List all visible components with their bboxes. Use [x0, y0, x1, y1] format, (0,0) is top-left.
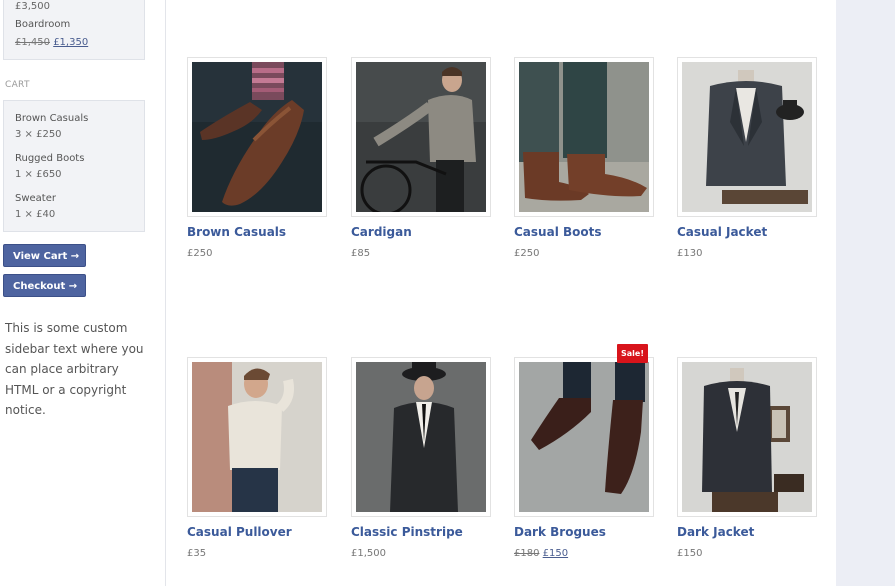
- brown-shoes-photo[interactable]: [187, 57, 327, 217]
- new-price: £150: [542, 548, 569, 559]
- brown-boots-photo[interactable]: [514, 57, 654, 217]
- man-in-suit-photo[interactable]: [351, 357, 491, 517]
- product-price: £250: [514, 248, 540, 259]
- right-panel: [836, 0, 895, 586]
- product-price: £180 £150: [514, 548, 568, 559]
- dark-brogues-photo[interactable]: [514, 357, 654, 517]
- product-name[interactable]: Casual Pullover: [187, 525, 292, 539]
- product-price: £35: [187, 548, 207, 559]
- cart-item-qty-price: 3 × £250: [15, 129, 62, 140]
- old-price: £180: [514, 548, 540, 559]
- old-price: £1,450: [15, 37, 50, 48]
- cart-item-qty-price: 1 × £650: [15, 169, 62, 180]
- sidebar: £3,500 Boardroom £1,450 £1,350 CART Brow…: [0, 0, 166, 586]
- product-name[interactable]: Cardigan: [351, 225, 412, 239]
- product-name[interactable]: Classic Pinstripe: [351, 525, 463, 539]
- product-name[interactable]: Casual Jacket: [677, 225, 767, 239]
- man-in-pullover-photo[interactable]: [187, 357, 327, 517]
- sale-badge: Sale!: [617, 344, 648, 363]
- product-price: £250: [187, 248, 213, 259]
- new-price: £1,350: [53, 37, 89, 48]
- checkout-button[interactable]: Checkout →: [3, 274, 86, 297]
- jacket-on-mannequin-photo[interactable]: [677, 57, 817, 217]
- recent-item-name[interactable]: Boardroom: [15, 19, 70, 30]
- cart-item-name[interactable]: Rugged Boots: [15, 153, 84, 164]
- view-cart-button[interactable]: View Cart →: [3, 244, 86, 267]
- product-name[interactable]: Dark Brogues: [514, 525, 606, 539]
- product-price: £130: [677, 248, 703, 259]
- cart-heading: CART: [5, 80, 30, 90]
- cart-item-name[interactable]: Brown Casuals: [15, 113, 88, 124]
- cart-item-name[interactable]: Sweater: [15, 193, 56, 204]
- sidebar-custom-text: This is some custom sidebar text where y…: [5, 321, 144, 417]
- recent-item-price: £3,500: [15, 1, 50, 12]
- product-name[interactable]: Casual Boots: [514, 225, 602, 239]
- recent-item-price: £1,450 £1,350: [15, 37, 88, 48]
- product-price: £85: [351, 248, 371, 259]
- product-price: £150: [677, 548, 703, 559]
- dark-jacket-mannequin-photo[interactable]: [677, 357, 817, 517]
- man-on-bicycle-photo[interactable]: [351, 57, 491, 217]
- product-name[interactable]: Brown Casuals: [187, 225, 286, 239]
- recent-items-box: £3,500 Boardroom £1,450 £1,350: [3, 0, 145, 60]
- product-name[interactable]: Dark Jacket: [677, 525, 754, 539]
- cart-item-qty-price: 1 × £40: [15, 209, 56, 220]
- cart-box: Brown Casuals 3 × £250 Rugged Boots 1 × …: [3, 100, 145, 232]
- product-price: £1,500: [351, 548, 386, 559]
